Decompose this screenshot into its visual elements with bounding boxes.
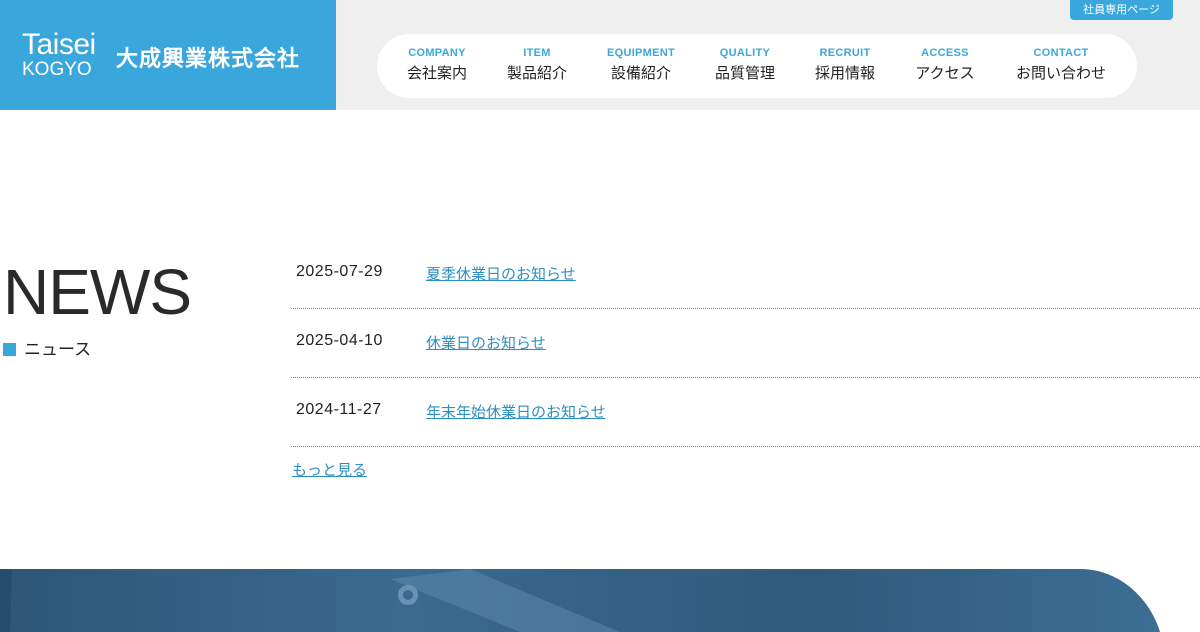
news-item: 2025-04-10 休業日のお知らせ [291,309,1200,378]
nav-item-quality[interactable]: QUALITY 品質管理 [703,34,787,98]
news-title-link[interactable]: 休業日のお知らせ [426,332,546,353]
news-date: 2025-04-10 [296,332,383,349]
nav-item-jp: 採用情報 [814,64,875,82]
nav-item-jp: 設備紹介 [610,64,671,82]
factory-photo [0,569,1200,632]
news-item: 2024-11-27 年末年始休業日のお知らせ [291,378,1200,447]
news-heading: NEWS [3,256,192,328]
news-title-link[interactable]: 夏季休業日のお知らせ [426,263,576,284]
news-subheading-label: ニュース [24,340,92,360]
nav-item-jp: 会社案内 [406,64,467,82]
nav-item-item[interactable]: ITEM 製品紹介 [495,34,579,98]
news-date: 2024-11-27 [296,401,382,418]
nav-item-en: ITEM [523,47,551,59]
nav-item-contact[interactable]: CONTACT お問い合わせ [1007,34,1115,98]
nav-item-en: EQUIPMENT [606,47,676,59]
news-date: 2025-07-29 [296,263,383,280]
logo-line2: KOGYO [22,59,92,80]
nav-item-en: COMPANY [408,47,466,59]
nav-item-equipment[interactable]: EQUIPMENT 設備紹介 [599,34,683,98]
page: Taisei KOGYO 大成興業株式会社 社員専用ページ COMPANY 会社… [0,0,1200,632]
nav-item-jp: お問い合わせ [1015,64,1106,82]
nav-item-jp: 品質管理 [714,64,775,82]
employee-page-link[interactable]: 社員専用ページ [1070,0,1173,20]
nav-item-jp: 製品紹介 [506,64,567,82]
nav-item-company[interactable]: COMPANY 会社案内 [395,34,479,98]
logo-line1: Taisei [22,28,96,61]
nav-item-access[interactable]: ACCESS アクセス [903,34,987,98]
site-logo[interactable]: Taisei KOGYO 大成興業株式会社 [0,0,336,110]
global-nav: COMPANY 会社案内 ITEM 製品紹介 EQUIPMENT 設備紹介 QU… [377,34,1137,98]
news-item: 2025-07-29 夏季休業日のお知らせ [291,240,1200,309]
nav-item-recruit[interactable]: RECRUIT 採用情報 [803,34,887,98]
logo-japanese: 大成興業株式会社 [116,47,301,72]
news-title-link[interactable]: 年末年始休業日のお知らせ [426,401,606,422]
news-list: 2025-07-29 夏季休業日のお知らせ 2025-04-10 休業日のお知ら… [291,240,1200,447]
nav-item-en: CONTACT [1033,47,1089,59]
nav-item-en: RECRUIT [819,47,871,59]
square-bullet-icon [3,343,16,356]
news-subheading: ニュース [3,339,91,361]
nav-item-en: QUALITY [719,47,771,59]
logo-english: Taisei KOGYO [22,28,96,80]
factory-photo-graphic [0,569,1160,632]
nav-item-jp: アクセス [915,64,975,82]
site-header: Taisei KOGYO 大成興業株式会社 社員専用ページ COMPANY 会社… [0,0,1200,110]
more-news-link[interactable]: もっと見る [292,459,367,480]
nav-item-en: ACCESS [921,47,969,59]
